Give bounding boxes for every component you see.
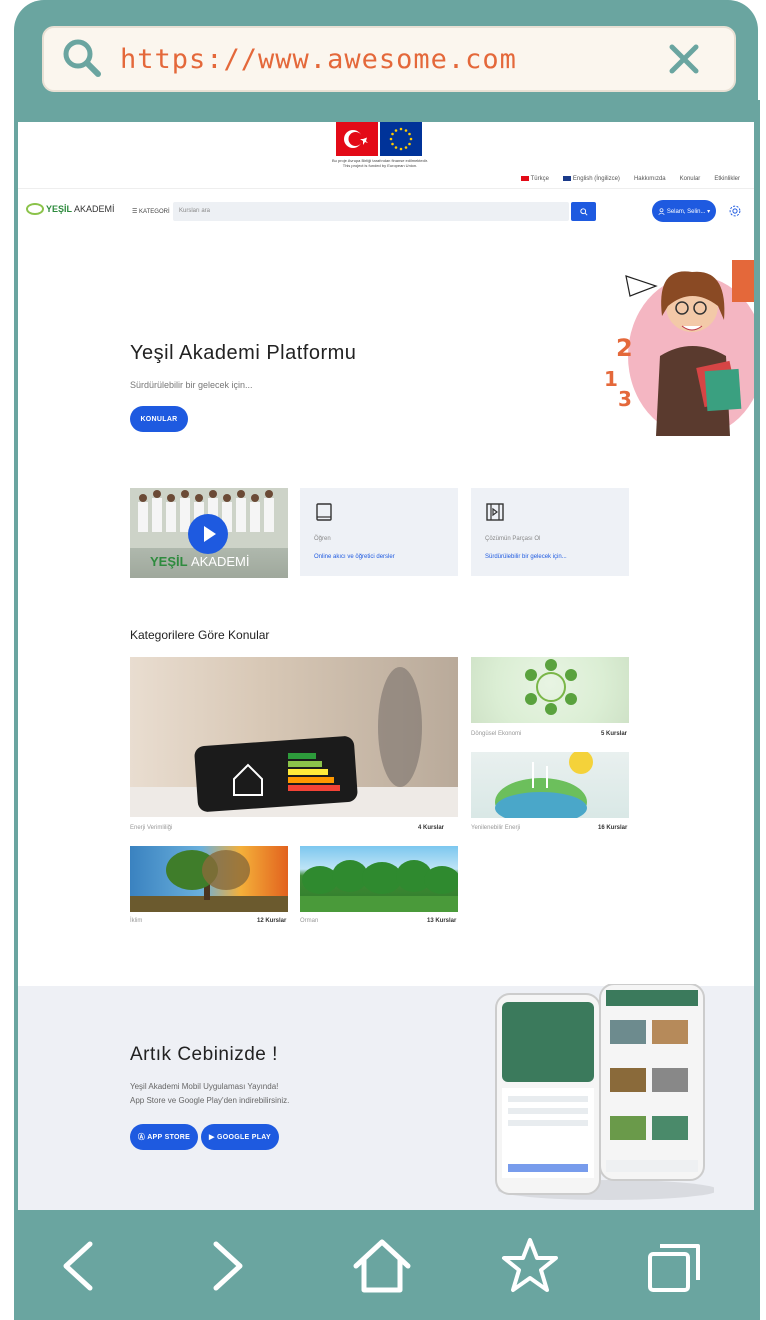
feature-title: Çözümün Parçası Ol — [485, 536, 541, 542]
forward-icon[interactable] — [196, 1236, 256, 1296]
category-tile-enerji[interactable] — [130, 657, 458, 817]
svg-text:2: 2 — [616, 334, 633, 362]
book-icon — [316, 503, 332, 521]
category-label: İklim — [130, 918, 143, 924]
category-count: 5 Kurslar — [601, 731, 628, 737]
hero-subtitle: Sürdürülebilir bir gelecek için... — [130, 380, 253, 390]
app-store-button[interactable]: Ⓐ APP STORE — [130, 1124, 198, 1150]
climate-image — [130, 850, 288, 912]
caption-line-2: This project is funded by European Union… — [342, 163, 418, 168]
intro-video[interactable]: YEŞİL AKADEMİ — [130, 488, 288, 578]
play-icon[interactable] — [188, 514, 228, 554]
site-header: YEŞİL AKADEMİ ☰ KATEGORİ Kursları ara Se… — [18, 200, 754, 226]
svg-text:1: 1 — [604, 367, 618, 391]
logo-mark-icon — [26, 203, 44, 215]
mobile-app-section: Artık Cebinizde ! Yeşil Akademi Mobil Uy… — [18, 984, 754, 1210]
nav-etkinlikler[interactable]: Etkinlikler — [714, 176, 740, 182]
lang-en-link[interactable]: English (İngilizce) — [562, 176, 620, 183]
category-tile-yenilenebilir[interactable] — [471, 752, 629, 818]
site-logo[interactable]: YEŞİL AKADEMİ — [26, 203, 115, 215]
lang-en-label: English (İngilizce) — [572, 176, 620, 183]
eu-flag — [380, 122, 422, 156]
lang-tr-label: Türkçe — [530, 176, 549, 183]
feature-title: Öğren — [314, 536, 331, 542]
category-tile-iklim[interactable] — [130, 846, 288, 912]
category-label: Enerji Verimliliği — [130, 825, 173, 831]
tabs-icon[interactable] — [644, 1236, 704, 1296]
video-logo-yesil: YEŞİL — [150, 554, 188, 569]
logo-yesil: YEŞİL — [46, 204, 73, 214]
svg-text:3: 3 — [618, 387, 632, 411]
category-tile-orman[interactable] — [300, 846, 458, 912]
category-menu-button[interactable]: ☰ KATEGORİ — [132, 208, 170, 215]
mobile-text-2: App Store ve Google Play'den indirebilir… — [130, 1096, 290, 1105]
lang-tr-link[interactable]: Türkçe — [520, 176, 549, 183]
nav-konular[interactable]: Konular — [680, 176, 701, 182]
web-page: Bu proje Avrupa Birliği tarafından finan… — [18, 122, 754, 1210]
mobile-text-1: Yeşil Akademi Mobil Uygulaması Yayında! — [130, 1082, 279, 1091]
close-icon[interactable] — [664, 39, 704, 79]
address-bar[interactable]: https://www.awesome.com — [42, 26, 736, 92]
google-play-button[interactable]: ▶ GOOGLE PLAY — [201, 1124, 279, 1150]
phone-mockups-image — [495, 984, 714, 1200]
feature-link[interactable]: Online akıcı ve öğretici dersler — [314, 554, 395, 560]
mobile-title: Artık Cebinizde ! — [130, 1044, 278, 1065]
search-icon[interactable] — [58, 34, 108, 84]
outer-margin — [0, 0, 14, 1320]
video-film-icon — [486, 503, 504, 521]
renewable-energy-image — [495, 752, 593, 818]
star-icon[interactable] — [500, 1236, 560, 1296]
categories-title: Kategorilere Göre Konular — [130, 628, 270, 642]
user-menu-button[interactable]: Selam, Selin... ▾ — [652, 200, 716, 222]
hero-title: Yeşil Akademi Platformu — [130, 342, 357, 364]
video-logo: YEŞİL AKADEMİ — [150, 554, 249, 569]
user-menu-label: Selam, Selin... ▾ — [666, 208, 711, 215]
back-icon[interactable] — [50, 1236, 110, 1296]
turkey-flag — [336, 122, 378, 156]
logo-akademi: AKADEMİ — [74, 204, 115, 214]
circular-economy-image — [525, 659, 577, 715]
feature-card-cozum[interactable]: Çözümün Parçası Ol Sürdürülebilir bir ge… — [471, 488, 629, 576]
category-count: 4 Kurslar — [418, 825, 445, 831]
category-label: Orman — [300, 918, 319, 924]
video-logo-akademi: AKADEMİ — [190, 554, 250, 569]
gear-icon[interactable] — [728, 204, 742, 218]
feature-link[interactable]: Sürdürülebilir bir gelecek için... — [485, 554, 567, 560]
url-text[interactable]: https://www.awesome.com — [120, 44, 664, 75]
category-count: 13 Kurslar — [427, 918, 457, 924]
course-search-input[interactable]: Kursları ara — [173, 202, 569, 221]
category-tile-dongusel[interactable] — [471, 657, 629, 723]
user-icon — [658, 207, 665, 215]
hero-illustration: 2 1 3 — [604, 260, 754, 436]
nav-hakkimizda[interactable]: Hakkımızda — [634, 176, 666, 182]
search-button[interactable] — [571, 202, 596, 221]
search-icon — [579, 207, 588, 216]
divider — [18, 188, 754, 189]
frame-side-right — [754, 100, 760, 1220]
category-count: 16 Kurslar — [598, 825, 628, 831]
funding-caption: Bu proje Avrupa Birliği tarafından finan… — [332, 158, 428, 168]
uk-flag-icon — [562, 176, 571, 181]
forest-image — [300, 860, 458, 912]
category-label: Döngüsel Ekonomi — [471, 731, 522, 737]
funding-flags: Bu proje Avrupa Birliği tarafından finan… — [332, 122, 428, 170]
tr-flag-icon — [520, 176, 529, 181]
category-label: Yenilenebilir Enerji — [471, 825, 521, 831]
konular-button[interactable]: KONULAR — [130, 406, 188, 432]
category-count: 12 Kurslar — [257, 918, 287, 924]
energy-phone-image — [130, 667, 458, 817]
home-icon[interactable] — [352, 1236, 412, 1296]
top-navigation: Türkçe English (İngilizce) Hakkımızda Ko… — [520, 176, 740, 183]
feature-card-ogren[interactable]: Öğren Online akıcı ve öğretici dersler — [300, 488, 458, 576]
